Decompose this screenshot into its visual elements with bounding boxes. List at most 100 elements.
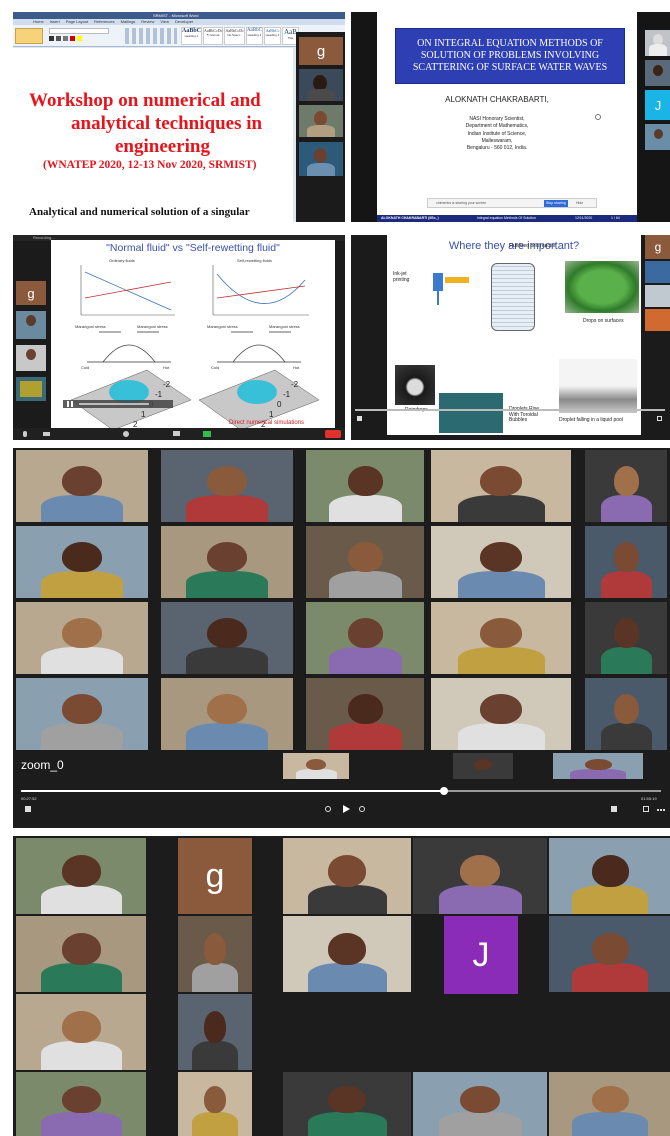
participant-video (306, 602, 424, 674)
style-heading1[interactable]: AaBbC Heading 1 (181, 27, 203, 45)
font-group (49, 28, 119, 44)
participant-strip: g (13, 255, 51, 430)
person-body (308, 1112, 387, 1136)
participant-video (178, 916, 252, 992)
raindrop-photo (395, 365, 435, 405)
person-head (592, 855, 629, 887)
mute-icon[interactable] (23, 431, 27, 437)
share-screen-icon[interactable] (203, 431, 211, 437)
player-controls: 00:27:52 01:55:19 (13, 782, 670, 828)
participant-video (645, 261, 670, 283)
volume-icon[interactable] (25, 806, 31, 812)
progress-handle[interactable] (440, 787, 448, 795)
person-head (614, 542, 639, 572)
participant-video (161, 678, 293, 750)
person-head (207, 466, 247, 496)
person-body (329, 495, 402, 522)
fullscreen-icon[interactable] (657, 416, 662, 421)
hide-button[interactable]: Hide (576, 201, 583, 205)
style-heading2[interactable]: AaBbC Heading 2 (245, 27, 263, 45)
participant-video (16, 994, 146, 1070)
person-body (41, 647, 123, 674)
person-head (348, 542, 383, 572)
participant-video (16, 838, 146, 914)
pause-icon[interactable] (67, 401, 73, 407)
person-head (474, 759, 492, 770)
style-heading3[interactable]: AaBbCc Heading 3 (263, 27, 281, 45)
participant-video (585, 450, 667, 522)
person-body (41, 963, 122, 992)
slide-caption: Direct numerical simulations (229, 420, 305, 426)
participant-tile: J (444, 916, 518, 994)
doc-title-line2: analytical techniques in (71, 113, 263, 134)
participant-video (413, 1072, 547, 1136)
document-page: Workshop on numerical and analytical tec… (13, 48, 293, 222)
style-normal[interactable]: AaBbCcDc ¶ Normal (203, 27, 224, 45)
person-body (186, 647, 268, 674)
participant-initial: J (472, 935, 490, 974)
screenshot-applications-slide: Where they are important? Ink-jet printi… (351, 235, 670, 440)
end-button[interactable] (325, 430, 341, 438)
participant-video (161, 450, 293, 522)
participant-video (283, 1072, 411, 1136)
participant-video (16, 602, 148, 674)
leaf-photo (565, 261, 639, 313)
progress-fill (21, 790, 445, 792)
rewind-icon[interactable] (325, 806, 331, 812)
paragraph-group (125, 28, 177, 44)
participant-video (585, 526, 667, 598)
participant-video (16, 1072, 146, 1136)
progress-track[interactable] (79, 403, 149, 405)
search-icon (595, 114, 601, 120)
styles-gallery[interactable]: AaBbC Heading 1 AaBbCcDc ¶ Normal AaBbCc… (181, 27, 300, 45)
edit-icon[interactable] (611, 806, 617, 812)
person-head (62, 933, 101, 965)
participant-video (283, 753, 349, 779)
screenshot-gallery: g J (13, 836, 670, 1136)
participants-icon[interactable] (123, 431, 129, 437)
play-icon[interactable] (357, 416, 362, 421)
participant-video (453, 753, 513, 779)
person-body (572, 885, 648, 914)
participant-initial: J (654, 97, 662, 113)
participant-strip: g (645, 235, 670, 335)
fullscreen-icon[interactable] (643, 806, 649, 812)
person-body (601, 647, 652, 674)
participant-video (16, 916, 146, 992)
person-head (62, 1086, 101, 1113)
label-drops-surfaces: Drops on surfaces (583, 318, 624, 324)
left-graph-label: Ordinary fluids (109, 258, 135, 263)
participant-video (16, 377, 46, 401)
play-icon[interactable] (343, 805, 350, 813)
participant-video (161, 526, 293, 598)
person-head (204, 933, 226, 965)
slide-page: Where they are important? Ink-jet printi… (387, 235, 641, 435)
stop-sharing-button[interactable]: Stop sharing (544, 200, 568, 207)
participant-video (283, 838, 411, 914)
participant-video (431, 602, 571, 674)
participant-video (283, 916, 411, 992)
participant-strip: g (296, 32, 345, 222)
person-body (572, 963, 648, 992)
participant-initial: g (205, 856, 225, 895)
person-head (592, 1086, 629, 1113)
participant-initial: g (316, 42, 326, 60)
participant-video (306, 450, 424, 522)
person-body (329, 571, 402, 598)
participant-tile: J (645, 90, 670, 120)
style-no-spacing[interactable]: AaBbCcDc No Spaci... (224, 27, 245, 45)
person-head (207, 542, 247, 572)
time-elapsed: 00:27:52 (21, 796, 37, 801)
slide-title: ON INTEGRAL EQUATION METHODS OF SOLUTION… (412, 38, 608, 73)
progress-track[interactable] (355, 409, 665, 411)
person-head (62, 542, 102, 572)
splash-photo (559, 359, 637, 413)
forward-icon[interactable] (359, 806, 365, 812)
person-body (41, 571, 123, 598)
person-head (460, 1086, 500, 1113)
more-icon[interactable] (657, 809, 665, 811)
chat-icon[interactable] (173, 431, 180, 436)
participant-video (645, 285, 670, 307)
video-icon[interactable] (43, 432, 50, 436)
person-body (192, 1041, 238, 1070)
